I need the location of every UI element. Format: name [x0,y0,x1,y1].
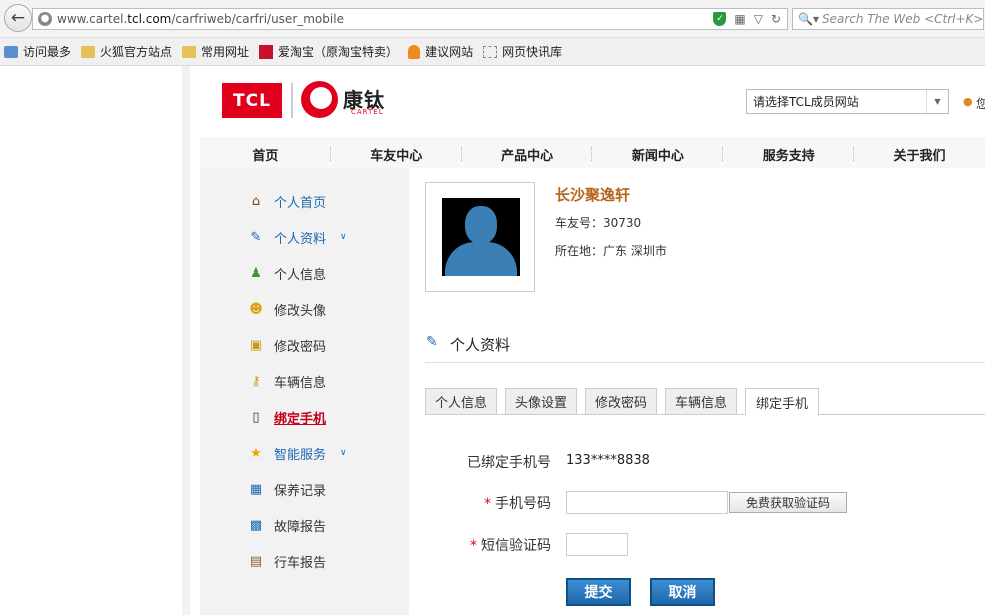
tab-avatar[interactable]: 头像设置 [505,388,577,415]
logo-divider [291,83,293,118]
cancel-button[interactable]: 取消 [650,578,715,606]
nav-about[interactable]: 关于我们 [854,139,985,169]
sidebar-item-maintenance[interactable]: ▦ 保养记录 [248,479,326,499]
bookmark-webslice[interactable]: 网页快讯库 [483,43,562,60]
edit-icon: ✎ [426,334,438,350]
bookmark-most-visited[interactable]: 访问最多 [4,43,71,60]
tab-vehicle[interactable]: 车辆信息 [665,388,737,415]
bookmark-firefox-site[interactable]: 火狐官方站点 [81,43,172,60]
webslice-icon [483,45,498,58]
tcl-logo[interactable]: TCL [222,83,282,118]
tab-personal-info[interactable]: 个人信息 [425,388,497,415]
phone-number-label: * 手机号码 [484,496,551,512]
sidebar-item-profile[interactable]: ✎ 个人资料 ∨ [248,227,347,247]
smiley-icon: ☻ [249,301,263,317]
tab-password[interactable]: 修改密码 [585,388,657,415]
user-icon: ● [963,95,973,108]
clipboard-icon: ▤ [249,553,263,569]
user-icon: ♟ [250,265,262,281]
get-code-button[interactable]: 免费获取验证码 [729,492,847,513]
nav-support[interactable]: 服务支持 [723,139,854,169]
nav-news[interactable]: 新闻中心 [592,139,724,169]
shield-icon[interactable]: ✓ [713,12,727,26]
nav-products[interactable]: 产品中心 [462,139,593,169]
globe-icon: ● [38,12,52,26]
back-button[interactable]: ← [4,4,32,32]
member-number: 车友号：30730 [555,216,642,230]
sidebar-item-avatar[interactable]: ☻ 修改头像 [248,299,326,319]
sidebar-item-vehicle[interactable]: ⚷ 车辆信息 [248,371,326,391]
url-text: www.cartel.tcl.com/carfriweb/carfri/user… [57,12,344,26]
sidebar-item-personal-info[interactable]: ♟ 个人信息 [248,263,326,283]
bookmark-aitaobao[interactable]: 爱淘宝（原淘宝特卖） [259,43,398,60]
home-icon: ⌂ [251,193,261,209]
edit-icon: ✎ [250,229,262,245]
section-divider [425,362,985,363]
tab-bind-phone[interactable]: 绑定手机 [745,388,819,416]
address-bar[interactable]: ● www.cartel.tcl.com/carfriweb/carfri/us… [32,8,788,30]
bound-phone-label: 已绑定手机号 [467,455,551,471]
reload-icon[interactable]: ↻ [771,12,781,26]
chevron-down-icon: ▼ [926,90,948,113]
star-icon: ★ [250,445,262,461]
bound-phone-value: 133****8838 [566,453,650,468]
search-icon: 🔍▾ [798,12,819,26]
sidebar: ⌂ 个人首页 ✎ 个人资料 ∨ ♟ 个人信息 ☻ 修改头像 ▣ 修改密码 ⚷ 车辆信息 ▯ 绑定… [200,168,409,615]
chevron-down-icon: ∨ [340,232,347,242]
sms-code-input[interactable] [566,533,628,556]
cartel-logo-icon [301,81,338,118]
bookmark-suggested[interactable]: 建议网站 [408,43,473,60]
avatar-frame [425,182,535,292]
sidebar-item-bind-phone[interactable]: ▯ 绑定手机 [248,407,326,427]
page-icon [4,45,18,58]
report-icon: ▩ [249,517,263,533]
folder-icon [81,45,96,58]
profile-location: 所在地：广东 深圳市 [555,244,667,258]
taobao-icon [259,44,274,59]
sidebar-item-fault-report[interactable]: ▩ 故障报告 [248,515,326,535]
user-greeting[interactable]: 您 [976,95,985,112]
member-site-select[interactable]: 请选择TCL成员网站 ▼ [746,89,949,114]
chevron-down-icon: ∨ [340,448,347,458]
phone-number-input[interactable] [566,491,728,514]
folder-icon [182,45,197,58]
phone-icon: ▯ [252,409,260,425]
key-icon: ⚷ [251,373,261,389]
browser-toolbar: ← ● www.cartel.tcl.com/carfriweb/carfri/… [0,0,985,38]
dropdown-arrow-icon[interactable]: ▽ [754,12,763,26]
profile-name: 长沙聚逸轩 [555,186,631,204]
avatar [442,198,520,276]
section-title: 个人资料 [450,336,511,354]
nav-home[interactable]: 首页 [200,139,331,169]
page-left-margin [0,66,190,615]
web-search-input[interactable]: 🔍▾ Search The Web <Ctrl+K> [792,8,984,30]
main-nav: 首页 车友中心 产品中心 新闻中心 服务支持 关于我们 [200,138,985,168]
qr-code-icon[interactable]: ▦ [734,12,745,26]
nav-member-center[interactable]: 车友中心 [331,139,462,169]
bulb-icon [408,44,421,59]
sidebar-item-drive-report[interactable]: ▤ 行车报告 [248,551,326,571]
book-add-icon: ▦ [249,481,263,497]
sidebar-item-home[interactable]: ⌂ 个人首页 [248,191,326,211]
submit-button[interactable]: 提交 [566,578,631,606]
bookmark-common-sites[interactable]: 常用网址 [182,43,249,60]
cartel-logo-subtext: CARTEL [351,108,384,116]
sidebar-item-smart-service[interactable]: ★ 智能服务 ∨ [248,443,347,463]
lock-icon: ▣ [249,337,263,353]
sms-code-label: * 短信验证码 [470,538,551,554]
bookmarks-bar: 访问最多 火狐官方站点 常用网址 爱淘宝（原淘宝特卖） 建议网站 网页快讯库 [0,38,985,66]
sidebar-item-password[interactable]: ▣ 修改密码 [248,335,326,355]
